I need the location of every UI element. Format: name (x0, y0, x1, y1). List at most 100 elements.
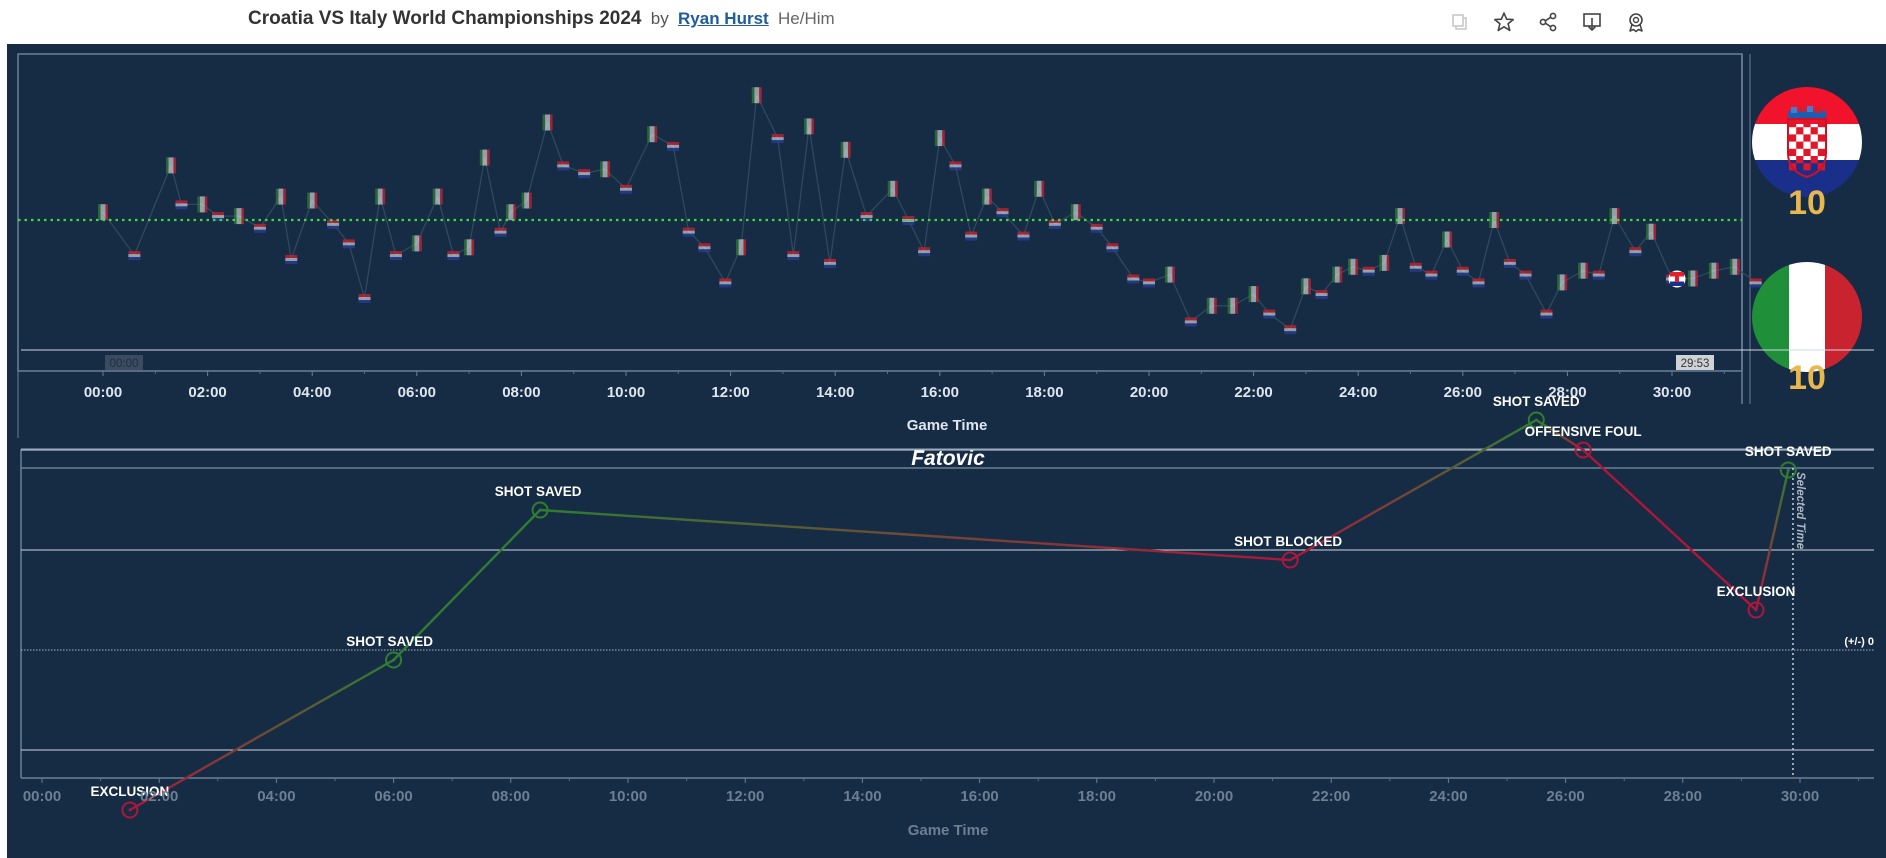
momentum-point (578, 169, 591, 179)
momentum-plot-frame (17, 53, 1743, 372)
start-label-box: 00:00 (105, 355, 143, 370)
momentum-point (1646, 223, 1657, 240)
momentum-point (1687, 270, 1698, 287)
momentum-point (1227, 297, 1238, 314)
momentum-tick-label: 22:00 (1234, 384, 1272, 401)
momentum-segment (280, 196, 292, 260)
momentum-point (128, 251, 141, 261)
momentum-tick-label: 14:00 (816, 384, 854, 401)
momentum-point (1300, 278, 1311, 295)
momentum-segment (290, 200, 313, 260)
momentum-segment (845, 149, 868, 217)
momentum-point (996, 208, 1009, 218)
momentum-point (823, 258, 836, 268)
momentum-point (1519, 270, 1532, 280)
momentum-segment (363, 196, 381, 299)
momentum-point (1164, 266, 1175, 283)
momentum-segment (923, 138, 941, 252)
momentum-point (1347, 258, 1358, 275)
momentum-point (1578, 262, 1589, 279)
momentum-segment (1477, 219, 1495, 283)
momentum-tick-label: 04:00 (293, 384, 331, 401)
current-time-croatia-marker (1668, 270, 1686, 288)
momentum-point (521, 192, 532, 209)
momentum-point (1395, 208, 1406, 225)
momentum-chart: 00:00 02:00 04:00 06:00 08:00 10:00 12:00 14:00… (17, 53, 1762, 438)
momentum-point (327, 219, 340, 229)
end-label-box: 29:53 (1676, 355, 1714, 370)
momentum-point (736, 239, 747, 256)
momentum-point (1070, 204, 1081, 221)
momentum-point (432, 188, 443, 205)
end-time-label: 29:53 (1681, 358, 1710, 370)
momentum-point (1729, 258, 1740, 275)
momentum-point (620, 184, 632, 194)
momentum-point (1557, 274, 1568, 291)
momentum-point (1206, 297, 1217, 314)
momentum-point (934, 130, 945, 147)
momentum-point (447, 251, 460, 261)
momentum-segment (808, 126, 831, 263)
momentum-point (375, 188, 386, 205)
momentum-point (1362, 266, 1375, 276)
momentum-segment (703, 246, 726, 283)
momentum-tick-label: 06:00 (398, 384, 436, 401)
momentum-point (1456, 266, 1469, 276)
momentum-point (1332, 266, 1343, 283)
momentum-segment (348, 243, 366, 299)
momentum-point (1472, 278, 1485, 288)
momentum-point (1442, 231, 1453, 248)
momentum-tick-label: 26:00 (1444, 384, 1482, 401)
momentum-point (389, 251, 402, 261)
momentum-point (840, 141, 851, 158)
momentum-segment (792, 126, 810, 256)
momentum-segment (379, 196, 397, 256)
italy-score: 10 (1788, 359, 1826, 397)
momentum-point (698, 243, 711, 253)
momentum-point (771, 134, 784, 144)
momentum-point (1127, 274, 1140, 284)
momentum-tick-label: 10:00 (607, 384, 645, 401)
momentum-point (1034, 180, 1045, 197)
start-time-label: 00:00 (110, 358, 139, 370)
momentum-point (1184, 317, 1197, 327)
momentum-point (600, 161, 611, 178)
momentum-point (804, 118, 815, 135)
momentum-point (1284, 325, 1297, 335)
momentum-point (1090, 223, 1103, 233)
momentum-point (542, 114, 553, 131)
momentum-point (1629, 247, 1642, 257)
momentum-tick-label: 02:00 (188, 384, 226, 401)
momentum-point (751, 87, 762, 104)
momentum-segment (829, 149, 847, 263)
momentum-point (275, 188, 286, 205)
momentum-tick-label: 30:00 (1653, 384, 1691, 401)
momentum-point (1708, 262, 1719, 279)
momentum-point (1048, 219, 1061, 229)
momentum-point (1540, 309, 1553, 319)
momentum-point (787, 251, 800, 261)
momentum-segment (625, 133, 653, 190)
momentum-point (307, 192, 318, 209)
momentum-point (342, 239, 355, 249)
momentum-tick-label: 00:00 (84, 384, 122, 401)
momentum-segment (437, 196, 455, 256)
momentum-point (358, 294, 371, 303)
momentum-segment (672, 145, 690, 232)
momentum-point (719, 278, 732, 288)
momentum-point (949, 161, 962, 171)
momentum-tick-label: 28:00 (1548, 384, 1586, 401)
momentum-point (1106, 243, 1119, 253)
momentum-tick-label: 12:00 (711, 384, 749, 401)
momentum-point (682, 227, 695, 237)
momentum-point (981, 188, 992, 205)
momentum-tick-label: 18:00 (1025, 384, 1063, 401)
momentum-point (1379, 254, 1390, 271)
momentum-point (233, 208, 244, 225)
momentum-point (175, 200, 188, 210)
momentum-point (165, 157, 176, 174)
momentum-segment (740, 95, 758, 248)
momentum-point (411, 235, 422, 252)
momentum-segment (526, 122, 549, 201)
momentum-point (285, 255, 298, 264)
